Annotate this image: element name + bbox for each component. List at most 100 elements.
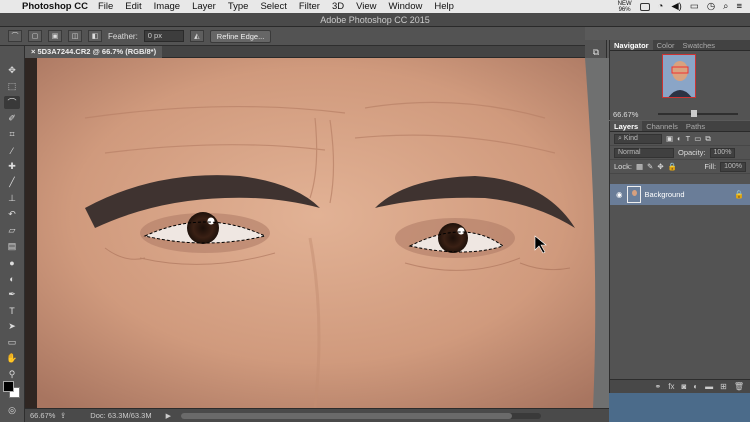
status-export-icon[interactable]: ⇪ (60, 411, 66, 420)
filter-type-icon[interactable]: T (686, 134, 691, 143)
menu-help[interactable]: Help (434, 1, 454, 12)
path-select-tool-icon[interactable]: ➤ (4, 320, 20, 333)
battery-percent: 96% (618, 6, 631, 13)
add-selection-icon[interactable]: ▣ (48, 30, 62, 42)
menu-select[interactable]: Select (260, 1, 286, 12)
tab-channels[interactable]: Channels (642, 121, 682, 131)
menu-file[interactable]: File (98, 1, 113, 12)
layer-kind-filter[interactable]: ⌕ Kind (614, 133, 662, 144)
stamp-tool-icon[interactable]: ⊥ (4, 192, 20, 205)
horizontal-scrollbar[interactable] (180, 412, 541, 419)
refine-edge-button[interactable]: Refine Edge... (209, 29, 272, 43)
crop-tool-icon[interactable]: ⌗ (4, 128, 20, 141)
navigator-zoom-slider[interactable] (658, 110, 738, 117)
fill-label: Fill: (704, 162, 717, 171)
blur-tool-icon[interactable]: ● (4, 256, 20, 269)
visibility-eye-icon[interactable]: ◉ (616, 190, 623, 199)
battery-indicator[interactable]: NEW 96% (618, 1, 632, 13)
status-zoom[interactable]: 66.67% (30, 411, 60, 420)
clock-icon[interactable]: ◷ (707, 1, 715, 12)
tab-navigator[interactable]: Navigator (610, 40, 653, 50)
shape-tool-icon[interactable]: ▭ (4, 336, 20, 349)
battery-icon[interactable]: ▭ (690, 1, 699, 12)
new-layer-icon[interactable]: ⊞ (720, 382, 727, 391)
new-selection-icon[interactable]: ▢ (28, 30, 42, 42)
gradient-tool-icon[interactable]: ▤ (4, 240, 20, 253)
status-bar: 66.67% ⇪ Doc: 63.3M/63.3M ▶ (25, 408, 610, 422)
screen-icon[interactable] (639, 2, 650, 11)
add-mask-icon[interactable]: ◙ (681, 382, 686, 391)
filter-smart-icon[interactable]: ⧉ (705, 134, 710, 144)
intersect-selection-icon[interactable]: ◧ (88, 30, 102, 42)
foreground-color-swatch[interactable] (3, 381, 14, 392)
fx-icon[interactable]: fx (668, 382, 674, 391)
marquee-tool-icon[interactable]: ⬚ (4, 80, 20, 93)
menu-type[interactable]: Type (228, 1, 249, 12)
volume-icon[interactable]: ◀) (671, 1, 681, 12)
type-tool-icon[interactable]: T (4, 304, 20, 317)
menu-edit[interactable]: Edit (125, 1, 141, 12)
lock-move-icon[interactable]: ✥ (657, 162, 663, 171)
lock-all-icon[interactable]: 🔒 (668, 162, 677, 171)
eyedropper-tool-icon[interactable]: ⁄ (4, 144, 20, 157)
quick-select-tool-icon[interactable]: ✐ (4, 112, 20, 125)
document-tab-label: 5D3A7244.CR2 @ 66.7% (RGB/8*) (37, 47, 157, 56)
list-icon[interactable]: ≡ (736, 1, 742, 12)
search-icon[interactable]: ⌕ (723, 1, 728, 12)
menu-layer[interactable]: Layer (192, 1, 216, 12)
menu-view[interactable]: View (356, 1, 376, 12)
navigator-zoom-knob[interactable] (691, 110, 698, 117)
filter-adjust-icon[interactable]: ◐ (677, 134, 682, 143)
tab-swatches[interactable]: Swatches (679, 40, 720, 50)
opacity-label: Opacity: (678, 148, 706, 157)
lock-paint-icon[interactable]: ✎ (647, 162, 653, 171)
tab-paths[interactable]: Paths (682, 121, 709, 131)
blend-mode-select[interactable]: Normal (614, 147, 674, 158)
dodge-tool-icon[interactable]: ◐ (4, 272, 20, 285)
menu-image[interactable]: Image (154, 1, 180, 12)
hand-tool-icon[interactable]: ✋ (4, 352, 20, 365)
brush-tool-icon[interactable]: ╱ (4, 176, 20, 189)
link-layers-icon[interactable]: ⚭ (655, 382, 662, 391)
pen-tool-icon[interactable]: ✒ (4, 288, 20, 301)
layer-blend-row: Normal Opacity: 100% (610, 146, 750, 160)
app-title-bar: Adobe Photoshop CC 2015 (0, 13, 750, 27)
filter-shape-icon[interactable]: ▭ (694, 134, 701, 143)
trash-icon[interactable]: 🗑 (734, 382, 744, 391)
menu-window[interactable]: Window (389, 1, 423, 12)
tab-layers[interactable]: Layers (610, 121, 643, 131)
navigator-thumbnail[interactable] (662, 54, 696, 98)
feather-label: Feather: (108, 31, 138, 41)
quick-mask-icon[interactable]: ◎ (4, 404, 20, 417)
menu-3d[interactable]: 3D (332, 1, 344, 12)
navigator-zoom[interactable]: 66.67% (613, 110, 638, 119)
lock-pixels-icon[interactable]: ▦ (636, 162, 643, 171)
lasso-preset-icon[interactable]: ⌒ (8, 30, 22, 42)
lasso-tool-icon[interactable]: ⌒ (4, 96, 20, 109)
status-menu-arrow-icon[interactable]: ▶ (166, 412, 171, 420)
filter-pixel-icon[interactable]: ▣ (666, 134, 673, 143)
layer-name[interactable]: Background (645, 190, 685, 199)
move-tool-icon[interactable]: ✥ (4, 64, 20, 77)
healing-tool-icon[interactable]: ✚ (4, 160, 20, 173)
history-icon[interactable]: ⧉ (589, 46, 603, 58)
feather-input[interactable]: 0 px (143, 30, 184, 42)
horizontal-scrollbar-thumb[interactable] (180, 412, 513, 419)
menu-filter[interactable]: Filter (299, 1, 320, 12)
subtract-selection-icon[interactable]: ◫ (68, 30, 82, 42)
wifi-icon[interactable]: ◔ (658, 1, 664, 12)
status-doc-info: Doc: 63.3M/63.3M (90, 411, 152, 420)
anti-alias-icon[interactable]: ◭ (189, 30, 204, 42)
document-tab[interactable]: × 5D3A7244.CR2 @ 66.7% (RGB/8*) (25, 46, 163, 58)
history-brush-tool-icon[interactable]: ↶ (4, 208, 20, 221)
eraser-tool-icon[interactable]: ▱ (4, 224, 20, 237)
document-canvas[interactable] (25, 58, 610, 408)
app-menu[interactable]: Photoshop CC (22, 1, 88, 12)
adjustment-layer-icon[interactable]: ◐ (693, 382, 698, 391)
tab-color[interactable]: Color (653, 40, 679, 50)
zoom-tool-icon[interactable]: ⚲ (4, 368, 20, 381)
fill-field[interactable]: 100% (720, 161, 746, 172)
opacity-field[interactable]: 100% (709, 147, 736, 158)
new-group-icon[interactable]: ▬ (705, 382, 713, 391)
layer-row-background[interactable]: ◉ Background 🔒 (610, 184, 750, 205)
